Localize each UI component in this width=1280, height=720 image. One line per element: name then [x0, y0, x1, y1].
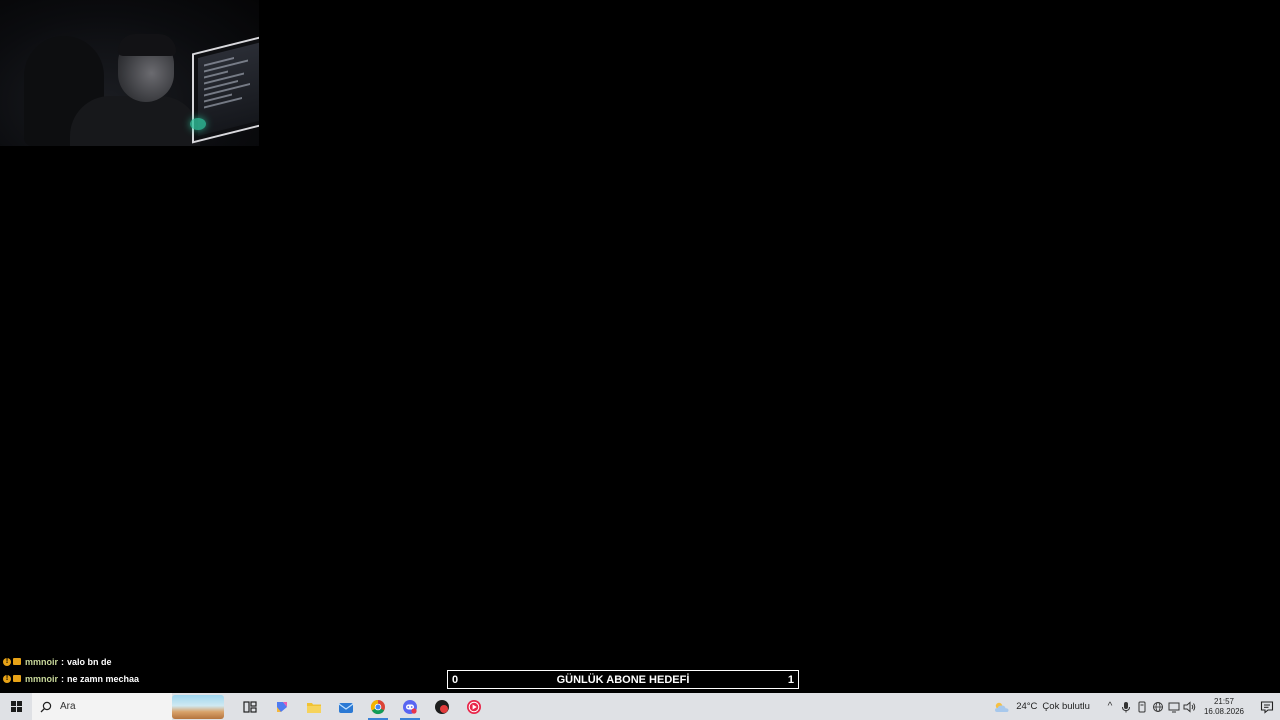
chat-message: ! mmnoir : ne zamn mechaa: [3, 670, 139, 687]
weather-desc: Çok bulutlu: [1042, 701, 1090, 712]
play-icon: [467, 699, 481, 714]
chevron-up-icon: ^: [1107, 701, 1113, 712]
clock-time: 21:57: [1213, 696, 1234, 706]
app-icon: [435, 699, 449, 714]
speaker-icon: [1183, 700, 1196, 713]
windows-taskbar: Ara 24°C Çok bulutlu ^ 21:57 16.08.2026: [0, 693, 1280, 720]
chat-overlay: ! mmnoir : valo bn de ! mmnoir : ne zamn…: [3, 653, 139, 687]
chat-badge-icon: !: [3, 657, 11, 666]
search-placeholder: Ara: [60, 701, 76, 712]
red-app-button[interactable]: [426, 693, 458, 720]
goal-target: 1: [787, 673, 794, 686]
microphone-button[interactable]: [1118, 693, 1134, 720]
network-button[interactable]: [1166, 693, 1182, 720]
chat-username: mmnoir: [25, 673, 59, 684]
weather-temp: 24°C: [1016, 701, 1038, 712]
taskbar-search[interactable]: Ara: [32, 693, 172, 720]
notification-center-button[interactable]: [1254, 693, 1280, 720]
mail-icon: [338, 702, 354, 713]
streamer-hair: [118, 34, 176, 56]
start-button[interactable]: [0, 693, 32, 720]
windows-logo-icon: [10, 701, 22, 712]
show-hidden-icons-button[interactable]: ^: [1102, 693, 1118, 720]
clock[interactable]: 21:57 16.08.2026: [1204, 697, 1244, 717]
network-status-button[interactable]: [1150, 693, 1166, 720]
subscriber-badge-icon: [13, 675, 21, 682]
file-explorer-button[interactable]: [298, 693, 330, 720]
chrome-icon: [370, 699, 385, 714]
monitor-network-icon: [1168, 702, 1180, 712]
chat-separator: :: [61, 673, 65, 684]
subscriber-goal-bar: 0 GÜNLÜK ABONE HEDEFİ 1: [447, 670, 799, 689]
chrome-button[interactable]: [362, 693, 394, 720]
notification-icon: [1260, 700, 1274, 714]
device-button[interactable]: [1134, 693, 1150, 720]
chat-username: mmnoir: [25, 656, 59, 667]
chat-text: valo bn de: [67, 656, 112, 667]
cloud-icon: [995, 702, 1009, 712]
chat-message: ! mmnoir : valo bn de: [3, 653, 139, 670]
chat-text: ne zamn mechaa: [67, 673, 140, 684]
globe-icon: [1152, 701, 1163, 712]
goal-title: GÜNLÜK ABONE HEDEFİ: [556, 673, 690, 686]
search-highlight-image[interactable]: [172, 694, 224, 719]
clock-date: 16.08.2026: [1203, 706, 1244, 716]
folder-icon: [307, 702, 321, 713]
copilot-button[interactable]: [266, 693, 298, 720]
media-player-button[interactable]: [458, 693, 490, 720]
device-icon: [1138, 701, 1146, 712]
streamer-body: [70, 96, 200, 146]
webcam-overlay: [0, 0, 259, 146]
mail-button[interactable]: [330, 693, 362, 720]
search-icon: [40, 701, 52, 712]
microphone-icon: [1121, 701, 1130, 712]
goal-current: 0: [452, 673, 459, 686]
discord-icon: [403, 699, 417, 714]
subscriber-badge-icon: [13, 658, 21, 665]
task-view-button[interactable]: [234, 693, 266, 720]
keyboard-glow: [190, 118, 206, 130]
system-tray: 24°C Çok bulutlu ^ 21:57 16.08.2026: [993, 693, 1280, 720]
volume-button[interactable]: [1182, 693, 1198, 720]
copilot-icon: [277, 701, 287, 712]
task-view-icon: [243, 700, 257, 713]
discord-button[interactable]: [394, 693, 426, 720]
weather-widget[interactable]: 24°C Çok bulutlu: [993, 700, 1090, 714]
chat-badge-icon: !: [3, 674, 11, 683]
taskbar-apps: [234, 693, 490, 720]
chat-separator: :: [61, 656, 65, 667]
